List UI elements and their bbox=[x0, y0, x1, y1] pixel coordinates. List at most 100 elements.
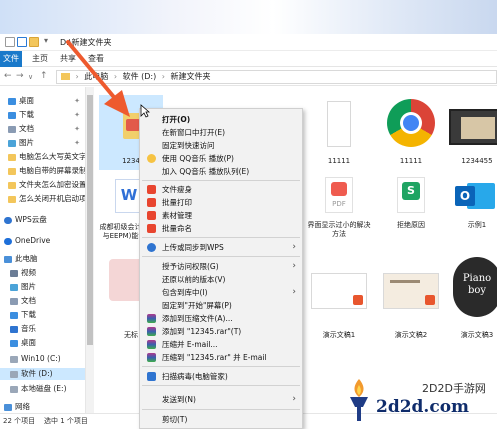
menu-item-grant-access[interactable]: 授予访问权限(G) › bbox=[140, 260, 302, 273]
pin-icon[interactable]: ✦ bbox=[74, 137, 80, 149]
pdf-file-icon: PDF bbox=[325, 177, 353, 213]
menu-item-qq-music-play[interactable]: 使用 QQ音乐 播放(P) bbox=[140, 152, 302, 165]
menu-item-add-archive[interactable]: 添加到压缩文件(A)... bbox=[140, 312, 302, 325]
recent-chevron-icon[interactable]: ∨ bbox=[28, 73, 33, 81]
presentation-file-icon bbox=[311, 273, 367, 309]
sidebar-item-label: 软件 (D:) bbox=[21, 369, 53, 378]
tab-home[interactable]: 主页 bbox=[32, 51, 48, 67]
navigation-pane: 桌面 ✦ 下载 ✦ 文档 ✦ 图片 ✦ 电脑怎么大写英文字 电脑自带的屏幕录制 文件夹怎… bbox=[0, 87, 86, 413]
computer-icon bbox=[4, 255, 12, 263]
menu-item-scan-virus[interactable]: 扫描病毒(电脑管家) bbox=[140, 370, 302, 383]
sidebar-item-label: 文件夹怎么加密设置 bbox=[19, 180, 86, 189]
file-tile[interactable]: 11111 bbox=[307, 95, 371, 170]
pin-icon[interactable]: ✦ bbox=[74, 95, 80, 107]
cloud-icon bbox=[4, 216, 12, 224]
menu-item-restore-versions[interactable]: 还原以前的版本(V) bbox=[140, 273, 302, 286]
chrome-icon bbox=[387, 99, 435, 147]
sidebar-scrollbar-thumb[interactable] bbox=[87, 95, 93, 345]
submenu-arrow-icon: › bbox=[292, 394, 296, 404]
breadcrumb-new-folder[interactable]: 新建文件夹 bbox=[171, 72, 211, 81]
sidebar-item-desktop[interactable]: 桌面 ✦ bbox=[0, 95, 85, 107]
menu-item-open[interactable]: 打开(O) bbox=[140, 113, 302, 126]
sidebar-item-this-pc[interactable]: 此电脑 bbox=[0, 253, 85, 265]
pin-icon[interactable]: ✦ bbox=[74, 123, 80, 135]
menu-item-compress-rar-email[interactable]: 压缩到 "12345.rar" 并 E-mail bbox=[140, 351, 302, 364]
tab-file[interactable]: 文件 bbox=[0, 51, 22, 67]
menu-item-material-manage[interactable]: 素材管理 bbox=[140, 209, 302, 222]
menu-item-open-new-window[interactable]: 在新窗口中打开(E) bbox=[140, 126, 302, 139]
sidebar-item-onedrive[interactable]: OneDrive bbox=[0, 235, 85, 247]
tab-view[interactable]: 查看 bbox=[88, 51, 104, 67]
sidebar-item-label: OneDrive bbox=[15, 236, 51, 245]
sidebar-item-drive-d[interactable]: 软件 (D:) bbox=[0, 368, 85, 380]
sidebar-item-pictures[interactable]: 图片 ✦ bbox=[0, 137, 85, 149]
file-tile[interactable]: Piano boy 演示文稿3 bbox=[445, 257, 497, 339]
picture-icon bbox=[10, 283, 18, 291]
breadcrumb-drive-d[interactable]: 软件 (D:) bbox=[123, 72, 157, 81]
sidebar-item-label: 桌面 bbox=[21, 338, 36, 347]
up-arrow-icon[interactable]: ↑ bbox=[40, 71, 48, 81]
menu-item-pin-quick-access[interactable]: 固定到快速访问 bbox=[140, 139, 302, 152]
tab-share[interactable]: 共享 bbox=[60, 51, 76, 67]
picture-icon bbox=[8, 139, 16, 147]
music-icon bbox=[10, 325, 18, 333]
menu-item-pin-start[interactable]: 固定到"开始"屏幕(P) bbox=[140, 299, 302, 312]
pin-icon[interactable]: ✦ bbox=[74, 109, 80, 121]
sidebar-item-folder-4[interactable]: 怎么关闭开机启动项 bbox=[0, 193, 86, 205]
sidebar-item-documents-pc[interactable]: 文档 bbox=[0, 295, 85, 307]
download-icon bbox=[10, 311, 18, 319]
sidebar-item-folder-2[interactable]: 电脑自带的屏幕录制 bbox=[0, 165, 85, 177]
file-tile[interactable]: 演示文稿2 bbox=[379, 257, 443, 339]
breadcrumb-this-pc[interactable]: 此电脑 bbox=[84, 72, 108, 81]
menu-item-batch-print[interactable]: 批量打印 bbox=[140, 196, 302, 209]
quick-access-properties-icon[interactable] bbox=[5, 37, 15, 47]
sidebar-item-drive-c[interactable]: Win10 (C:) bbox=[0, 353, 85, 365]
menu-item-send-to[interactable]: 发送到(N) › bbox=[140, 393, 302, 406]
file-tile[interactable]: 演示文稿1 bbox=[307, 257, 371, 339]
sidebar-item-downloads[interactable]: 下载 ✦ bbox=[0, 109, 85, 121]
menu-item-batch-rename[interactable]: 批量命名 bbox=[140, 222, 302, 235]
wps-icon bbox=[147, 224, 156, 233]
selected-count: 选中 1 个项目 bbox=[44, 417, 88, 425]
file-tile[interactable]: S 拒绝原因 bbox=[379, 175, 443, 255]
menu-item-file-slim[interactable]: 文件瘦身 bbox=[140, 183, 302, 196]
sidebar-item-documents[interactable]: 文档 ✦ bbox=[0, 123, 85, 135]
sidebar-item-label: 文档 bbox=[21, 296, 36, 305]
file-label: 1234455 bbox=[461, 157, 493, 165]
menu-item-add-rar[interactable]: 添加到 "12345.rar"(T) bbox=[140, 325, 302, 338]
sidebar-item-videos[interactable]: 视频 bbox=[0, 267, 85, 279]
video-icon bbox=[10, 269, 18, 277]
sidebar-item-network[interactable]: 网络 bbox=[0, 401, 85, 413]
quick-access-folder-icon[interactable] bbox=[29, 37, 39, 47]
sidebar-item-downloads-pc[interactable]: 下载 bbox=[0, 309, 85, 321]
breadcrumb[interactable]: › 此电脑 › 软件 (D:) › 新建文件夹 bbox=[56, 70, 497, 84]
file-tile[interactable]: PDF 界面显示过小的解决方法 bbox=[307, 175, 371, 255]
sidebar-item-wps-cloud[interactable]: WPS云盘 bbox=[0, 214, 85, 226]
menu-item-qq-music-queue[interactable]: 加入 QQ音乐 播放队列(E) bbox=[140, 165, 302, 178]
quick-access-dropdown-icon[interactable]: ▾ bbox=[44, 36, 48, 45]
desktop-icon bbox=[10, 339, 18, 347]
file-tile[interactable]: O 示例1 bbox=[445, 175, 497, 255]
sidebar-item-drive-e[interactable]: 本地磁盘 (E:) bbox=[0, 383, 85, 395]
sidebar-item-folder-1[interactable]: 电脑怎么大写英文字 bbox=[0, 151, 86, 163]
sidebar-item-music[interactable]: 音乐 bbox=[0, 323, 85, 335]
sidebar-item-desktop-pc[interactable]: 桌面 bbox=[0, 337, 85, 349]
file-tile[interactable]: 1234455 bbox=[445, 95, 497, 170]
wps-icon bbox=[147, 185, 156, 194]
file-tile[interactable]: 11111 bbox=[379, 95, 443, 170]
sidebar-item-label: 电脑怎么大写英文字 bbox=[19, 152, 86, 161]
menu-item-compress-email[interactable]: 压缩并 E-mail... bbox=[140, 338, 302, 351]
sidebar-item-label: WPS云盘 bbox=[15, 215, 47, 224]
sidebar-item-label: Win10 (C:) bbox=[21, 354, 61, 363]
menu-item-cut[interactable]: 剪切(T) bbox=[140, 413, 302, 426]
wps-icon bbox=[147, 211, 156, 220]
winrar-icon bbox=[147, 327, 156, 336]
sidebar-item-label: 怎么关闭开机启动项 bbox=[19, 194, 86, 203]
sidebar-item-folder-3[interactable]: 文件夹怎么加密设置 bbox=[0, 179, 86, 191]
sidebar-item-pictures-pc[interactable]: 图片 bbox=[0, 281, 85, 293]
back-arrow-icon[interactable]: ← bbox=[4, 71, 12, 81]
menu-item-include-library[interactable]: 包含到库中(I) › bbox=[140, 286, 302, 299]
menu-item-upload-wps[interactable]: 上传或同步到WPS › bbox=[140, 241, 302, 254]
quick-access-checkbox-icon[interactable] bbox=[17, 37, 27, 47]
forward-arrow-icon[interactable]: → bbox=[16, 71, 24, 81]
